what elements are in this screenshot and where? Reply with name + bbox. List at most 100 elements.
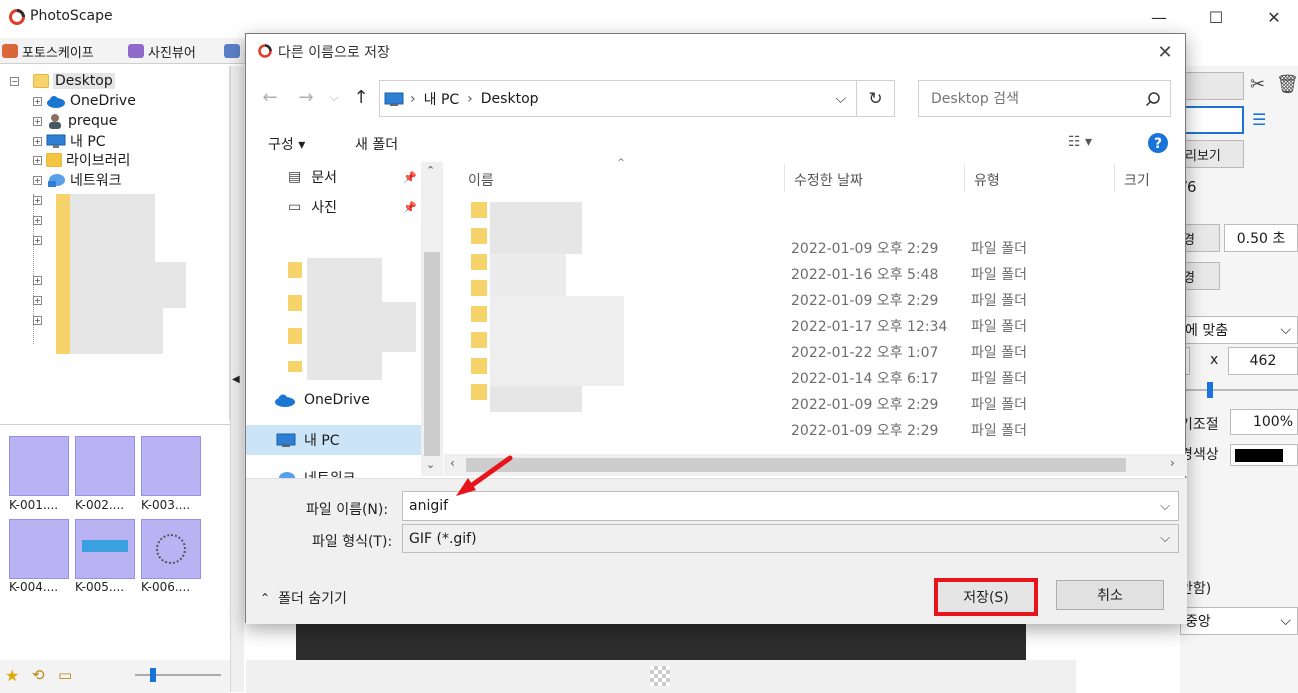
preview-button[interactable]: 리보기 bbox=[1180, 140, 1244, 168]
tree-item-onedrive[interactable]: + OneDrive bbox=[33, 92, 136, 110]
tree-item-pc[interactable]: + 내 PC bbox=[33, 132, 106, 150]
thumbnail-image[interactable] bbox=[141, 519, 201, 579]
breadcrumb-pc[interactable]: 내 PC bbox=[424, 89, 460, 109]
address-bar[interactable]: › 내 PC › Desktop ⌵ bbox=[379, 80, 857, 117]
slider-handle[interactable] bbox=[1207, 382, 1213, 398]
breadcrumb-desktop[interactable]: Desktop bbox=[481, 91, 539, 107]
expand-icon[interactable]: + bbox=[33, 136, 42, 146]
column-divider[interactable] bbox=[784, 164, 785, 192]
column-header-size[interactable]: 크기 bbox=[1124, 170, 1150, 190]
search-input[interactable] bbox=[919, 81, 1134, 116]
thumbnail-image[interactable] bbox=[75, 436, 135, 496]
thumb-size-slider[interactable] bbox=[135, 674, 221, 676]
forward-arrow-icon[interactable]: → bbox=[294, 85, 318, 109]
column-header-name[interactable]: 이름 bbox=[468, 170, 494, 190]
file-row[interactable]: 2022-01-09 오후 2:29 파일 폴더 bbox=[464, 416, 1164, 442]
trash-icon[interactable]: 🗑 bbox=[1276, 74, 1298, 95]
pin-icon[interactable]: 📌 bbox=[403, 171, 417, 184]
collapse-icon[interactable]: − bbox=[10, 76, 19, 86]
tab-viewer[interactable]: 사진뷰어 bbox=[128, 41, 196, 61]
history-chevron-icon[interactable]: ⌵ bbox=[326, 85, 342, 109]
up-arrow-icon[interactable]: ↑ bbox=[349, 85, 373, 109]
column-divider[interactable] bbox=[964, 164, 965, 192]
list-icon[interactable]: ☰ bbox=[1252, 110, 1266, 129]
tree-item-desktop[interactable]: − Desktop bbox=[10, 72, 115, 90]
scroll-right-icon[interactable]: › bbox=[1170, 456, 1175, 470]
nav-scroll-thumb[interactable] bbox=[424, 252, 440, 456]
expand-icon[interactable]: + bbox=[33, 316, 42, 325]
column-header-modified[interactable]: 수정한 날짜 bbox=[794, 170, 863, 190]
size-field[interactable] bbox=[1180, 106, 1244, 134]
horizontal-scroll-thumb[interactable] bbox=[466, 458, 1126, 472]
expand-icon[interactable]: + bbox=[33, 155, 42, 165]
organize-button[interactable]: 구성 ▾ bbox=[268, 134, 305, 154]
nav-item-documents[interactable]: ▤ 문서 📌 bbox=[246, 162, 421, 192]
expand-icon[interactable]: + bbox=[33, 96, 42, 106]
expand-icon[interactable]: + bbox=[33, 216, 42, 225]
cancel-button[interactable]: 취소 bbox=[1056, 580, 1164, 610]
filetype-select[interactable]: GIF (*.gif) ⌵ bbox=[402, 524, 1179, 553]
hide-folders-toggle[interactable]: ⌃ 폴더 숨기기 bbox=[260, 588, 347, 608]
dialog-close-button[interactable]: ✕ bbox=[1152, 40, 1178, 64]
zoom-slider[interactable] bbox=[1180, 389, 1298, 391]
refresh-button[interactable]: ↻ bbox=[857, 80, 895, 117]
thumbnail-image[interactable] bbox=[141, 436, 201, 496]
direction-select[interactable]: 중앙 ⌵ bbox=[1180, 607, 1298, 635]
view-options-icon[interactable]: ☷ ▾ bbox=[1068, 134, 1092, 150]
file-row[interactable]: 2022-01-16 오후 5:48 파일 폴더 bbox=[464, 260, 1164, 286]
scroll-up-icon[interactable]: ⌃ bbox=[426, 164, 435, 177]
rotate-icon[interactable]: ⟲ bbox=[32, 666, 45, 684]
thumbnail-image[interactable] bbox=[9, 436, 69, 496]
nav-item-this-pc[interactable]: 내 PC bbox=[246, 425, 421, 455]
folder-open-icon[interactable]: ▭ bbox=[58, 666, 72, 684]
tree-item-library[interactable]: + 라이브러리 bbox=[33, 151, 130, 169]
chevron-down-icon[interactable]: ⌵ bbox=[1160, 499, 1170, 514]
expand-icon[interactable]: + bbox=[33, 116, 42, 126]
tab-viewer-label: 사진뷰어 bbox=[148, 45, 196, 61]
expand-icon[interactable]: + bbox=[33, 175, 42, 185]
file-row[interactable]: 2022-01-09 오후 2:29 파일 폴더 bbox=[464, 390, 1164, 416]
pin-icon[interactable]: 📌 bbox=[403, 201, 417, 214]
fit-select[interactable]: 에 맞춤 ⌵ bbox=[1180, 316, 1298, 344]
expand-icon[interactable]: + bbox=[33, 236, 42, 245]
bg-color-picker[interactable] bbox=[1230, 444, 1298, 466]
expand-icon[interactable]: + bbox=[33, 296, 42, 305]
file-row[interactable]: 2022-01-22 오후 1:07 파일 폴더 bbox=[464, 338, 1164, 364]
column-divider[interactable] bbox=[1114, 164, 1115, 192]
nav-item-label: 문서 bbox=[311, 170, 337, 186]
scroll-down-icon[interactable]: ⌄ bbox=[426, 458, 435, 471]
expand-icon[interactable]: + bbox=[33, 276, 42, 285]
tab-photoscape[interactable]: 포토스케이프 bbox=[2, 41, 94, 61]
address-dropdown-icon[interactable]: ⌵ bbox=[835, 91, 846, 107]
file-row[interactable]: 2022-01-09 오후 2:29 파일 폴더 bbox=[464, 286, 1164, 312]
tree-item-user[interactable]: + preque bbox=[33, 112, 117, 130]
save-button[interactable]: 저장(S) bbox=[934, 578, 1038, 616]
slider-handle[interactable] bbox=[150, 668, 156, 682]
collapse-arrow-icon[interactable]: ◀ bbox=[232, 374, 240, 385]
minimize-button[interactable]: — bbox=[1136, 4, 1182, 30]
star-icon[interactable]: ★ bbox=[5, 666, 19, 685]
nav-item-onedrive[interactable]: OneDrive bbox=[246, 385, 421, 415]
close-button[interactable]: ✕ bbox=[1251, 4, 1297, 30]
back-arrow-icon[interactable]: ← bbox=[258, 85, 282, 109]
column-header-type[interactable]: 유형 bbox=[974, 170, 1000, 190]
annotation-arrow-icon bbox=[456, 455, 513, 496]
more-tab-icon[interactable] bbox=[224, 44, 240, 58]
expand-icon[interactable]: + bbox=[33, 196, 42, 205]
file-row[interactable]: 2022-01-14 오후 6:17 파일 폴더 bbox=[464, 364, 1164, 390]
search-icon[interactable] bbox=[1145, 91, 1161, 107]
scissors-icon[interactable]: ✂ bbox=[1250, 74, 1265, 95]
file-row[interactable]: 2022-01-17 오후 12:34 파일 폴더 bbox=[464, 312, 1164, 338]
height-field[interactable]: 462 bbox=[1228, 347, 1298, 375]
zoom-field[interactable]: 100% bbox=[1230, 409, 1298, 435]
settings-button[interactable] bbox=[1180, 72, 1244, 100]
help-icon[interactable]: ? bbox=[1147, 132, 1169, 154]
nav-item-pictures[interactable]: ▭ 사진 📌 bbox=[246, 192, 421, 222]
thumbnail-image[interactable] bbox=[75, 519, 135, 579]
file-row[interactable]: 2022-01-09 오후 2:29 파일 폴더 bbox=[464, 234, 1164, 260]
new-folder-button[interactable]: 새 폴더 bbox=[355, 134, 398, 154]
tree-item-network[interactable]: + 네트워크 bbox=[33, 171, 122, 189]
delay-field[interactable]: 0.50 초 bbox=[1224, 224, 1298, 252]
thumbnail-image[interactable] bbox=[9, 519, 69, 579]
maximize-button[interactable]: ☐ bbox=[1193, 4, 1239, 30]
